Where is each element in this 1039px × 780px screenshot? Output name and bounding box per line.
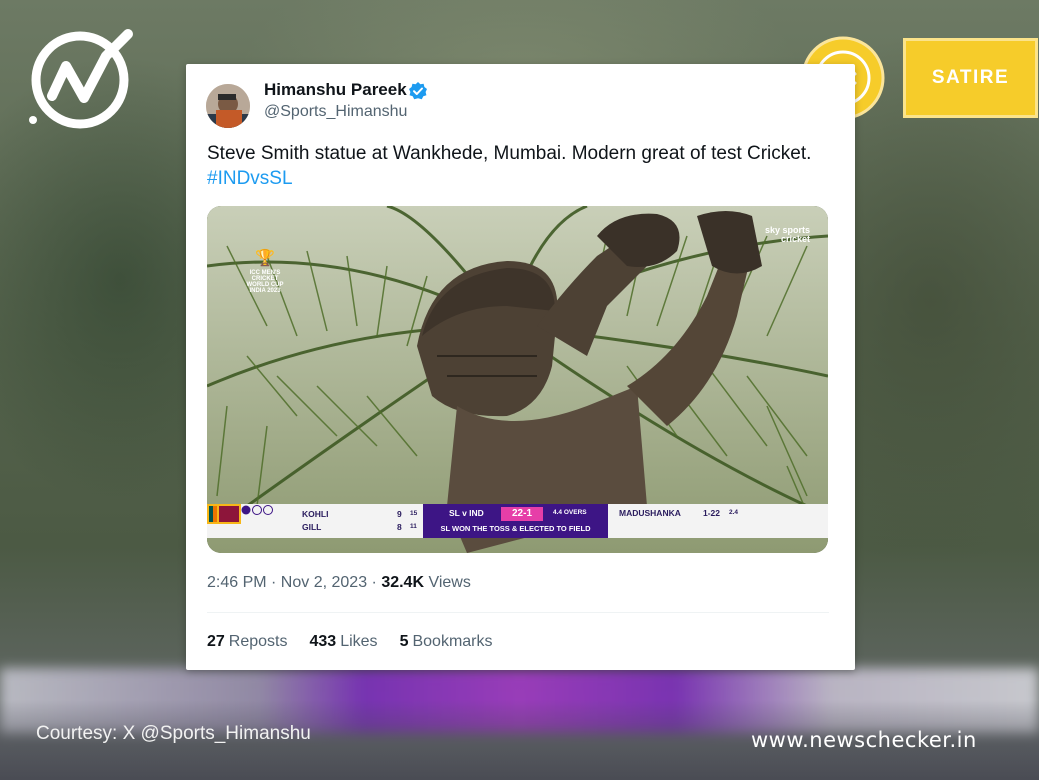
overs-label: 4.4 OVERS <box>553 509 587 516</box>
site-url[interactable]: www.newschecker.in <box>751 728 977 752</box>
tweet-time[interactable]: 2:46 PM · Nov 2, 2023 · <box>207 574 377 591</box>
bowler-figures: 1-22 <box>703 508 721 518</box>
batter1-runs: 9 <box>397 509 402 519</box>
avatar[interactable] <box>206 84 250 128</box>
match-label: SL v IND <box>449 508 484 518</box>
broadcaster-logo: sky sports cricket <box>764 225 810 244</box>
bowler-overs: 2.4 <box>729 509 739 516</box>
statue-scene <box>207 206 828 553</box>
sri-lanka-flag-icon <box>207 504 241 524</box>
likes-stat[interactable]: 433 Likes <box>310 633 378 651</box>
scoreboard: KOHLI 9 15 GILL 8 11 SL v IND 22-1 4.4 O… <box>207 504 828 538</box>
batter2-name: GILL <box>302 522 322 532</box>
divider <box>207 612 829 613</box>
world-cup-logo: 🏆 ICC MEN'S CRICKET WORLD CUP INDIA 2023 <box>246 250 284 294</box>
tweet-card: Himanshu Pareek @Sports_Himanshu Steve S… <box>186 64 855 670</box>
bookmarks-stat[interactable]: 5 Bookmarks <box>400 633 493 651</box>
tweet-stats: 27 Reposts 433 Likes 5 Bookmarks <box>207 633 493 651</box>
batter1-balls: 15 <box>410 510 418 517</box>
views-count: 32.4K <box>381 574 425 591</box>
bowler-name: MADUSHANKA <box>619 508 681 518</box>
newschecker-logo-icon <box>29 29 133 129</box>
team-score: 22-1 <box>501 507 543 521</box>
batter2-runs: 8 <box>397 522 402 532</box>
tweet-media-image[interactable]: 🏆 ICC MEN'S CRICKET WORLD CUP INDIA 2023… <box>207 206 828 553</box>
reposts-stat[interactable]: 27 Reposts <box>207 633 288 651</box>
views-label: Views <box>428 574 471 591</box>
courtesy-caption: Courtesy: X @Sports_Himanshu <box>36 723 311 744</box>
batter2-balls: 11 <box>410 523 417 530</box>
verified-icon <box>409 82 427 100</box>
tweet-meta: 2:46 PM · Nov 2, 2023 · 32.4K Views <box>207 574 471 592</box>
author-handle[interactable]: @Sports_Himanshu <box>264 103 407 121</box>
score-panel: SL v IND 22-1 4.4 OVERS SL WON THE TOSS … <box>423 504 608 538</box>
toss-status: SL WON THE TOSS & ELECTED TO FIELD <box>440 524 591 533</box>
hashtag-link[interactable]: #INDvsSL <box>207 166 837 191</box>
author-name[interactable]: Himanshu Pareek <box>264 80 407 100</box>
satire-badge: SATIRE <box>903 38 1038 118</box>
tweet-body: Steve Smith statue at Wankhede, Mumbai. … <box>207 143 812 164</box>
batter1-name: KOHLI <box>302 509 329 519</box>
tweet-text: Steve Smith statue at Wankhede, Mumbai. … <box>207 141 837 191</box>
